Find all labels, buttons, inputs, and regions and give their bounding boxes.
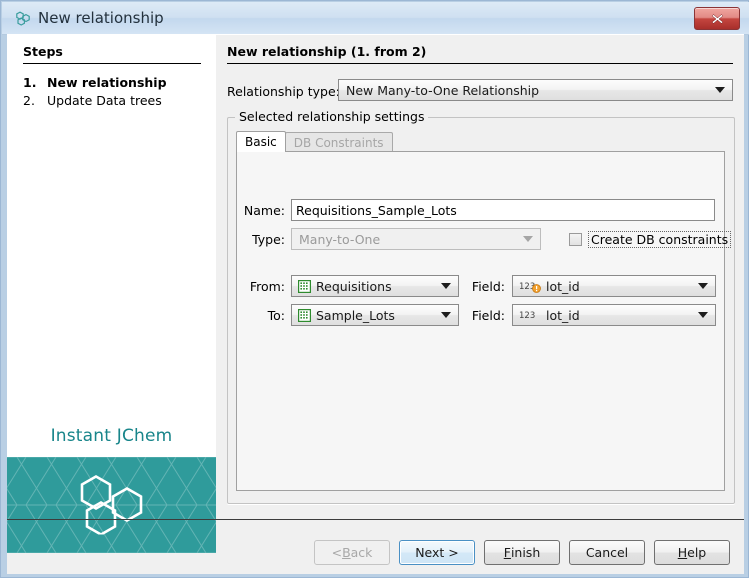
- close-icon: [711, 13, 724, 25]
- chevron-down-icon: [698, 283, 708, 289]
- title-bar: New relationship: [2, 2, 749, 35]
- to-label: To:: [241, 308, 285, 323]
- to-field-value: lot_id: [546, 308, 580, 323]
- table-grid-icon: [298, 309, 311, 322]
- back-post: ack: [351, 545, 373, 560]
- help-button[interactable]: Help: [654, 540, 730, 565]
- steps-panel: Steps 1. New relationship 2. Update Data…: [7, 35, 216, 415]
- steps-divider: [23, 63, 201, 64]
- next-label: Next >: [415, 545, 459, 560]
- finish-button[interactable]: Finish: [484, 540, 560, 565]
- jchem-logo-icon: [75, 473, 149, 538]
- numeric-123-indexed-icon: 123: [519, 279, 541, 293]
- type-label: Type:: [241, 232, 285, 247]
- jchem-hexagon-icon: [14, 9, 32, 27]
- page-title-divider: [227, 63, 733, 64]
- step-number: 2.: [23, 93, 47, 109]
- steps-list: 1. New relationship 2. Update Data trees: [23, 75, 213, 111]
- from-field-value: lot_id: [546, 279, 580, 294]
- finish-post: inish: [511, 545, 540, 560]
- tab-db-constraints: DB Constraints: [285, 132, 393, 152]
- to-table-value: Sample_Lots: [316, 308, 395, 323]
- chevron-down-icon: [441, 312, 451, 318]
- back-pre: <: [332, 545, 342, 560]
- window-title: New relationship: [38, 9, 164, 27]
- numeric-123-icon: 123: [519, 308, 541, 322]
- step-item-1: 1. New relationship: [23, 75, 213, 91]
- tab-basic[interactable]: Basic: [236, 131, 286, 152]
- type-select: Many-to-One: [291, 228, 541, 250]
- step-label: Update Data trees: [47, 93, 162, 109]
- to-field-select[interactable]: 123 lot_id: [512, 304, 716, 326]
- group-legend: Selected relationship settings: [235, 109, 428, 124]
- step-item-2: 2. Update Data trees: [23, 93, 213, 109]
- footer-divider: [7, 519, 744, 520]
- from-table-value: Requisitions: [316, 279, 392, 294]
- name-label: Name:: [241, 203, 285, 218]
- close-button[interactable]: [694, 7, 740, 30]
- to-field-label: Field:: [467, 308, 505, 323]
- steps-heading: Steps: [23, 44, 63, 59]
- back-button: < Back: [314, 540, 390, 565]
- to-table-select[interactable]: Sample_Lots: [291, 304, 459, 326]
- chevron-down-icon: [441, 283, 451, 289]
- button-bar: < Back Next > Finish Cancel Help: [7, 535, 744, 569]
- relationship-type-select[interactable]: New Many-to-One Relationship: [338, 79, 733, 101]
- from-table-select[interactable]: Requisitions: [291, 275, 459, 297]
- from-field-label: Field:: [467, 279, 505, 294]
- chevron-down-icon: [523, 236, 533, 242]
- name-input[interactable]: [291, 199, 715, 221]
- back-mnemonic: B: [342, 545, 351, 560]
- next-button[interactable]: Next >: [399, 540, 475, 565]
- chevron-down-icon: [715, 87, 725, 93]
- tab-strip: Basic DB Constraints: [236, 131, 393, 152]
- step-label: New relationship: [47, 75, 167, 91]
- svg-text:123: 123: [519, 311, 535, 321]
- finish-mnemonic: F: [504, 545, 511, 560]
- relationship-type-label: Relationship type:: [227, 84, 340, 99]
- help-mnemonic: H: [678, 545, 687, 560]
- relationship-type-value: New Many-to-One Relationship: [339, 83, 539, 98]
- checkbox-box[interactable]: [569, 233, 582, 246]
- help-post: elp: [687, 545, 706, 560]
- dialog-window: New relationship Steps 1. New relationsh…: [0, 0, 749, 578]
- type-value: Many-to-One: [292, 232, 380, 247]
- cancel-label: Cancel: [586, 545, 628, 560]
- from-field-select[interactable]: 123 lot_id: [512, 275, 716, 297]
- brand-name: Instant JChem: [7, 415, 216, 457]
- step-number: 1.: [23, 75, 47, 91]
- chevron-down-icon: [698, 312, 708, 318]
- cancel-button[interactable]: Cancel: [569, 540, 645, 565]
- create-db-constraints-checkbox[interactable]: Create DB constraints: [569, 229, 731, 249]
- page-title: New relationship (1. from 2): [227, 44, 426, 59]
- dialog-client-area: Steps 1. New relationship 2. Update Data…: [7, 34, 744, 574]
- create-db-constraints-label: Create DB constraints: [588, 231, 731, 248]
- table-grid-icon: [298, 280, 311, 293]
- from-label: From:: [241, 279, 285, 294]
